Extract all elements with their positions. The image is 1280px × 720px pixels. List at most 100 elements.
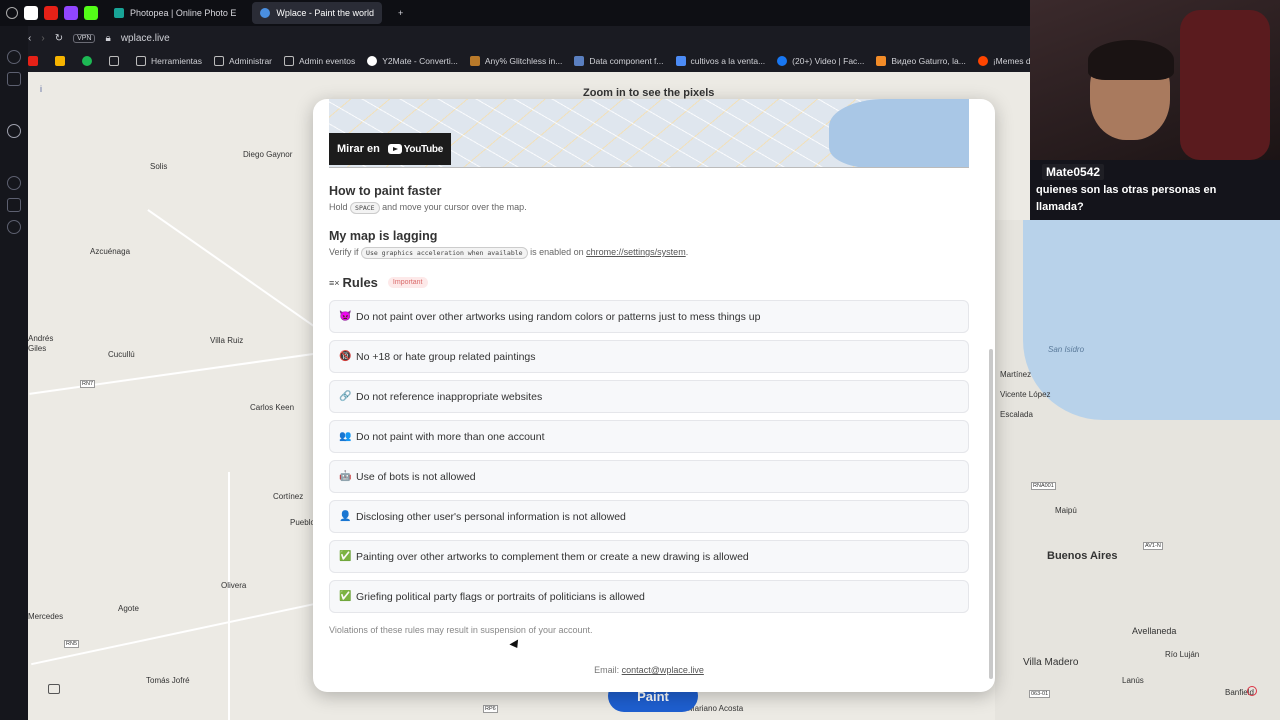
gaming-chair (1180, 10, 1270, 160)
bookmark-memes[interactable]: ¡Memes de g (977, 56, 1030, 66)
watch-on-youtube-button[interactable]: Mirar en YouTube (329, 133, 451, 165)
map-right-area[interactable]: San Isidro Martínez Vicente López Escala… (995, 220, 1280, 720)
rule-item: ✅ Griefing political party flags or portr… (329, 580, 969, 613)
video-thumbnail-water (829, 99, 969, 167)
rule-item: 🔞 No +18 or hate group related paintings (329, 340, 969, 373)
reload-icon[interactable]: ↻ (55, 33, 63, 44)
map-road (31, 600, 325, 666)
no-under-18-icon: 🔞 (339, 351, 352, 362)
folder-icon (284, 56, 295, 66)
route-marker: 063-01 (1029, 690, 1051, 698)
contact-email: Email: contact@wplace.live (594, 665, 704, 675)
ai-icon[interactable] (7, 72, 21, 86)
map-place: Solis (150, 162, 168, 171)
email-link[interactable]: contact@wplace.live (622, 665, 704, 675)
stream-chat-message: Mate0542 quienes son las otras personas … (1030, 160, 1280, 220)
map-place: Maipú (1055, 506, 1077, 515)
bookmarks-bar: Herramientas Administrar Admin eventos Y… (28, 52, 1030, 70)
chrome-settings-link[interactable]: chrome://settings/system (586, 247, 686, 257)
tab-photopea[interactable]: Photopea | Online Photo E (106, 2, 244, 24)
route-marker: RN7 (80, 380, 96, 388)
map-road (228, 472, 230, 720)
youtube-logo: YouTube (387, 144, 443, 155)
ok-icon (876, 56, 887, 66)
rules-title: Rules (342, 275, 378, 290)
location-pin-icon[interactable] (1247, 686, 1257, 696)
graphics-acceleration-setting: Use graphics acceleration when available (361, 247, 528, 259)
bookmark-admin-eventos[interactable]: Admin eventos (284, 56, 355, 66)
route-marker: RP6 (483, 705, 498, 713)
gear-icon[interactable] (7, 220, 21, 234)
map-place: Martínez (1000, 370, 1032, 379)
bookmark-youtube[interactable] (28, 56, 43, 66)
bookmark-administrar[interactable]: Administrar (214, 56, 272, 66)
settings-icon[interactable] (7, 124, 21, 138)
check-mark-icon: ✅ (339, 591, 352, 602)
map-place: Azcuénaga (90, 247, 131, 256)
streamer-hair (1088, 40, 1174, 80)
bookmark-folder[interactable] (109, 56, 124, 66)
browser-tab-bar: Photopea | Online Photo E Wplace - Paint… (0, 0, 1030, 26)
youtube-video-embed[interactable]: Mirar en YouTube (329, 99, 969, 168)
rule-item: 🤖 Use of bots is not allowed (329, 460, 969, 493)
new-tab-button[interactable]: + (390, 2, 411, 24)
map-place: Río Luján (1165, 650, 1200, 659)
url-text[interactable]: wplace.live (121, 33, 170, 44)
map-place: Lanús (1122, 676, 1144, 685)
map-place: Buenos Aires (1047, 550, 1118, 562)
rio-de-la-plata (1023, 220, 1280, 420)
bookmark-gaturro[interactable]: Видео Gaturro, la... (876, 56, 966, 66)
bookmark-keep[interactable] (55, 56, 70, 66)
map-place: Olivera (221, 581, 247, 590)
history-icon[interactable] (7, 176, 21, 190)
tab-wplace[interactable]: Wplace - Paint the world (252, 2, 382, 24)
bookmark-herramientas[interactable]: Herramientas (136, 56, 202, 66)
folder-icon (136, 56, 146, 66)
webcam-overlay (1030, 0, 1280, 160)
faq-paint-faster-title: How to paint faster (329, 184, 442, 198)
map-place: Vicente López (1000, 390, 1051, 399)
youtube-play-icon (387, 144, 402, 154)
map-road (29, 351, 327, 395)
help-modal: Mirar en YouTube How to paint faster Hol… (313, 99, 995, 692)
back-icon[interactable]: ‹ (28, 33, 31, 44)
bookmark-cultivos[interactable]: cultivos a la venta... (675, 56, 765, 66)
extensions-icon[interactable] (7, 198, 21, 212)
youtube-icon[interactable] (44, 6, 58, 20)
wplace-icon (260, 8, 271, 18)
speed-dial-icon[interactable] (7, 50, 21, 64)
route-marker: RNA001 (1031, 482, 1056, 490)
rules-header: ≡× Rules Important (329, 275, 428, 290)
bookmark-any-glitchless[interactable]: Any% Glitchless in... (469, 56, 562, 66)
map-place: Cucullú (108, 350, 135, 359)
bookmark-facebook-video[interactable]: (20+) Video | Fac... (777, 56, 864, 66)
map-place: Escalada (1000, 410, 1033, 419)
forward-icon[interactable]: › (41, 33, 44, 44)
faq-paint-faster-text: Hold SPACE and move your cursor over the… (329, 202, 527, 214)
map-layers-icon[interactable] (48, 684, 60, 694)
twitch-icon[interactable] (64, 6, 78, 20)
bookmark-data-component[interactable]: Data component f... (574, 56, 664, 66)
bookmark-spotify[interactable] (82, 56, 97, 66)
info-icon[interactable]: i (40, 84, 42, 94)
map-place: Diego Gaynor (243, 150, 293, 159)
map-place: Carlos Keen (250, 403, 295, 412)
map-place: San Isidro (1048, 345, 1085, 354)
map-place: Andrés Giles (28, 334, 54, 353)
zoom-hint: Zoom in to see the pixels (583, 87, 715, 99)
vpn-badge[interactable]: VPN (73, 33, 96, 43)
bookmark-y2mate[interactable]: Y2Mate - Converti... (367, 56, 458, 66)
kick-icon[interactable] (84, 6, 98, 20)
y2mate-icon (367, 56, 378, 66)
person-icon: 👤 (339, 511, 352, 522)
h-app-icon[interactable] (24, 6, 38, 20)
map-place: Villa Madero (1023, 657, 1079, 668)
map-place: Cortínez (273, 492, 304, 501)
rule-item: 👿 Do not paint over other artworks using … (329, 300, 969, 333)
route-marker: RN5 (64, 640, 80, 648)
facebook-icon (777, 56, 788, 66)
map-place: Mariano Acosta (688, 704, 744, 713)
modal-scrollbar[interactable] (989, 349, 993, 679)
map-road (147, 209, 329, 337)
opera-icon[interactable] (6, 7, 18, 19)
